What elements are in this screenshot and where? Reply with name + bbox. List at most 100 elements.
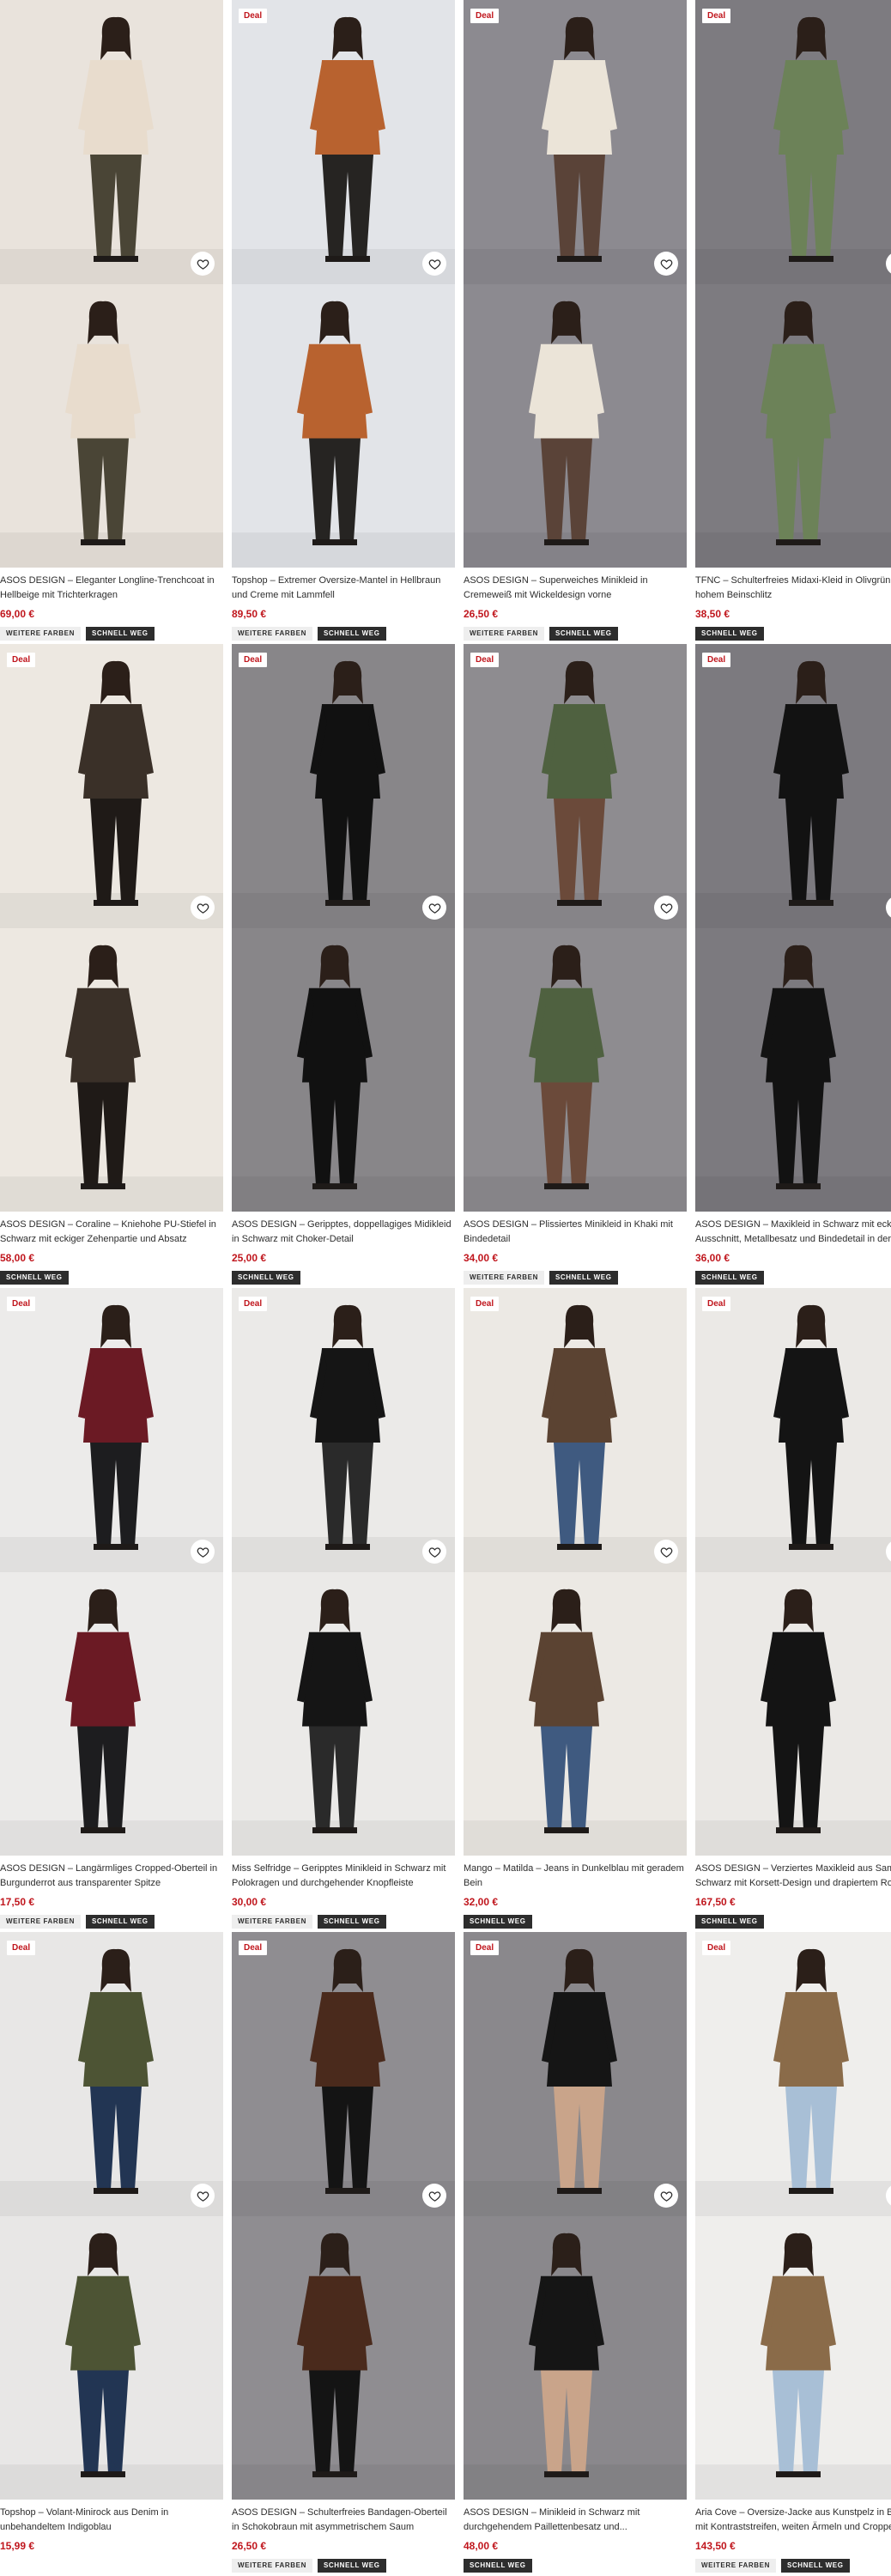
product-badges: SCHNELL WEG <box>695 1271 764 1285</box>
product-title[interactable]: ASOS DESIGN – Geripptes, doppellagiges M… <box>232 1218 453 1247</box>
product-badges: WEITERE FARBEN SCHNELL WEG <box>464 627 618 641</box>
save-heart-icon[interactable] <box>422 1540 446 1564</box>
more-colors-badge: WEITERE FARBEN <box>464 627 544 641</box>
product-image-primary[interactable]: Deal <box>464 644 687 928</box>
more-colors-badge: WEITERE FARBEN <box>695 2559 776 2573</box>
product-image-secondary[interactable] <box>464 2216 687 2500</box>
product-image-secondary[interactable] <box>464 928 687 1212</box>
product-card[interactable]: Deal ASOS DESIGN – Coraline – Kniehohe PU… <box>0 644 223 1288</box>
save-heart-icon[interactable] <box>191 896 215 920</box>
product-card[interactable]: Deal Miss Selfridge – Geripptes Minikleid… <box>232 1288 455 1932</box>
deal-badge: Deal <box>239 9 268 23</box>
product-image-secondary[interactable] <box>464 284 687 568</box>
more-colors-badge: WEITERE FARBEN <box>464 1271 544 1285</box>
product-image-secondary[interactable] <box>695 2216 891 2500</box>
product-image-primary[interactable]: Deal <box>464 0 687 284</box>
deal-badge: Deal <box>702 1297 731 1311</box>
save-heart-icon[interactable] <box>422 896 446 920</box>
product-badges: SCHNELL WEG <box>464 2559 532 2573</box>
save-heart-icon[interactable] <box>654 1540 678 1564</box>
product-card[interactable]: Deal TFNC – Schulterfreies Midaxi-Kleid i… <box>695 0 891 644</box>
deal-badge: Deal <box>702 653 731 667</box>
product-title[interactable]: Mango – Matilda – Jeans in Dunkelblau mi… <box>464 1862 685 1891</box>
product-title[interactable]: ASOS DESIGN – Langärmliges Cropped-Obert… <box>0 1862 221 1891</box>
product-grid: ASOS DESIGN – Eleganter Longline-Trenchc… <box>0 0 891 2576</box>
product-image-primary[interactable]: Deal <box>464 1288 687 1572</box>
product-title[interactable]: Topshop – Extremer Oversize-Mantel in He… <box>232 574 453 603</box>
product-image-secondary[interactable] <box>232 284 455 568</box>
product-image-primary[interactable]: Deal <box>695 1288 891 1572</box>
product-image-secondary[interactable] <box>232 928 455 1212</box>
product-image-secondary[interactable] <box>232 2216 455 2500</box>
product-image-primary[interactable] <box>0 0 223 284</box>
product-image-primary[interactable]: Deal <box>232 0 455 284</box>
product-card[interactable]: Deal ASOS DESIGN – Minikleid in Schwarz m… <box>464 1932 687 2576</box>
product-image-secondary[interactable] <box>695 1572 891 1856</box>
product-title[interactable]: Aria Cove – Oversize-Jacke aus Kunstpelz… <box>695 2506 891 2535</box>
product-image-secondary[interactable] <box>464 1572 687 1856</box>
product-title[interactable]: Topshop – Volant-Minirock aus Denim in u… <box>0 2506 221 2535</box>
product-image-primary[interactable]: Deal <box>0 644 223 928</box>
product-image-secondary[interactable] <box>0 2216 223 2500</box>
product-title[interactable]: TFNC – Schulterfreies Midaxi-Kleid in Ol… <box>695 574 891 603</box>
product-price: 25,00 € <box>232 1252 267 1264</box>
product-title[interactable]: ASOS DESIGN – Plissiertes Minikleid in K… <box>464 1218 685 1247</box>
product-title[interactable]: ASOS DESIGN – Superweiches Minikleid in … <box>464 574 685 603</box>
product-card[interactable]: ASOS DESIGN – Eleganter Longline-Trenchc… <box>0 0 223 644</box>
product-image-secondary[interactable] <box>695 284 891 568</box>
product-badges: SCHNELL WEG <box>695 1915 764 1929</box>
product-image-secondary[interactable] <box>695 928 891 1212</box>
product-image-primary[interactable]: Deal <box>695 644 891 928</box>
product-card[interactable]: Deal Topshop – Volant-Minirock aus Denim … <box>0 1932 223 2576</box>
product-title[interactable]: ASOS DESIGN – Schulterfreies Bandagen-Ob… <box>232 2506 453 2535</box>
product-title[interactable]: ASOS DESIGN – Verziertes Maxikleid aus S… <box>695 1862 891 1891</box>
product-price: 143,50 € <box>695 2540 736 2552</box>
product-image-primary[interactable]: Deal <box>695 1932 891 2216</box>
product-card[interactable]: Deal ASOS DESIGN – Plissiertes Minikleid … <box>464 644 687 1288</box>
save-heart-icon[interactable] <box>422 252 446 276</box>
product-title[interactable]: ASOS DESIGN – Eleganter Longline-Trenchc… <box>0 574 221 603</box>
selling-fast-badge: SCHNELL WEG <box>317 1915 386 1929</box>
product-price: 89,50 € <box>232 608 267 620</box>
save-heart-icon[interactable] <box>191 252 215 276</box>
save-heart-icon[interactable] <box>654 252 678 276</box>
selling-fast-badge: SCHNELL WEG <box>0 1271 69 1285</box>
product-price: 26,50 € <box>464 608 499 620</box>
product-card[interactable]: Deal Topshop – Extremer Oversize-Mantel i… <box>232 0 455 644</box>
product-title[interactable]: ASOS DESIGN – Minikleid in Schwarz mit d… <box>464 2506 685 2535</box>
product-image-primary[interactable]: Deal <box>0 1288 223 1572</box>
product-image-primary[interactable]: Deal <box>232 644 455 928</box>
product-badges: SCHNELL WEG <box>464 1915 532 1929</box>
product-card[interactable]: Deal Mango – Matilda – Jeans in Dunkelbla… <box>464 1288 687 1932</box>
product-card[interactable]: Deal ASOS DESIGN – Maxikleid in Schwarz m… <box>695 644 891 1288</box>
deal-badge: Deal <box>239 653 268 667</box>
product-image-primary[interactable]: Deal <box>0 1932 223 2216</box>
product-title[interactable]: ASOS DESIGN – Maxikleid in Schwarz mit e… <box>695 1218 891 1247</box>
product-title[interactable]: ASOS DESIGN – Coraline – Kniehohe PU-Sti… <box>0 1218 221 1247</box>
product-image-secondary[interactable] <box>232 1572 455 1856</box>
product-image-secondary[interactable] <box>0 1572 223 1856</box>
product-card[interactable]: Deal ASOS DESIGN – Verziertes Maxikleid a… <box>695 1288 891 1932</box>
product-title[interactable]: Miss Selfridge – Geripptes Minikleid in … <box>232 1862 453 1891</box>
product-image-primary[interactable]: Deal <box>232 1932 455 2216</box>
save-heart-icon[interactable] <box>422 2184 446 2208</box>
product-image-primary[interactable]: Deal <box>464 1932 687 2216</box>
product-image-primary[interactable]: Deal <box>232 1288 455 1572</box>
product-card[interactable]: Deal Aria Cove – Oversize-Jacke aus Kunst… <box>695 1932 891 2576</box>
save-heart-icon[interactable] <box>191 2184 215 2208</box>
product-card[interactable]: Deal ASOS DESIGN – Geripptes, doppellagig… <box>232 644 455 1288</box>
product-image-secondary[interactable] <box>0 284 223 568</box>
save-heart-icon[interactable] <box>191 1540 215 1564</box>
product-price: 36,00 € <box>695 1252 730 1264</box>
product-price: 48,00 € <box>464 2540 499 2552</box>
product-badges: WEITERE FARBEN SCHNELL WEG <box>0 1915 155 1929</box>
product-image-secondary[interactable] <box>0 928 223 1212</box>
product-card[interactable]: Deal ASOS DESIGN – Langärmliges Cropped-O… <box>0 1288 223 1932</box>
product-card[interactable]: Deal ASOS DESIGN – Schulterfreies Bandage… <box>232 1932 455 2576</box>
more-colors-badge: WEITERE FARBEN <box>0 627 81 641</box>
product-image-primary[interactable]: Deal <box>695 0 891 284</box>
product-card[interactable]: Deal ASOS DESIGN – Superweiches Minikleid… <box>464 0 687 644</box>
selling-fast-badge: SCHNELL WEG <box>85 627 155 641</box>
save-heart-icon[interactable] <box>654 896 678 920</box>
save-heart-icon[interactable] <box>654 2184 678 2208</box>
